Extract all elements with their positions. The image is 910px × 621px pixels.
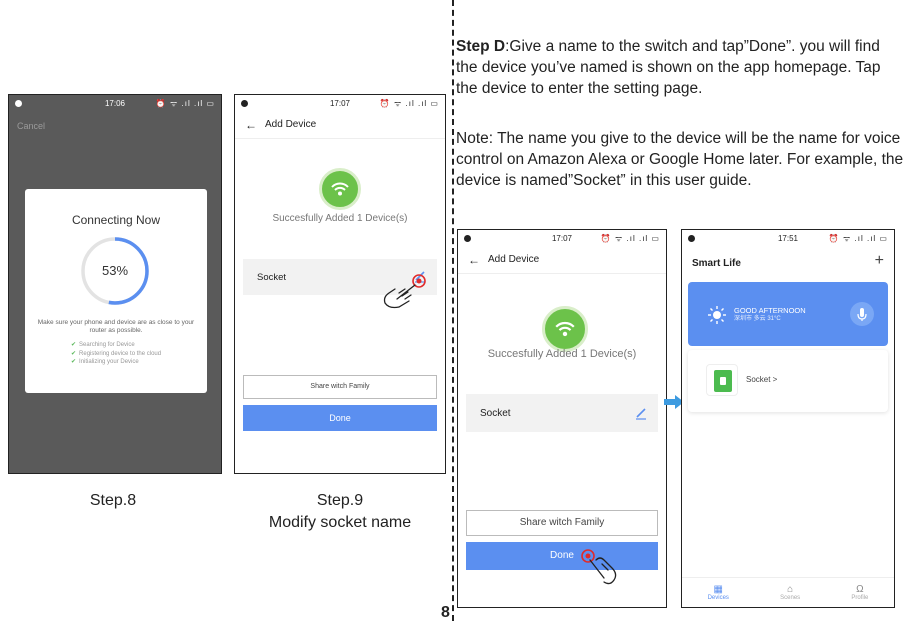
device-card-socket[interactable]: Socket > (688, 350, 888, 412)
page-number: 8 (441, 604, 450, 621)
proximity-hint: Make sure your phone and device are as c… (37, 319, 195, 334)
app-title: Smart Life (692, 258, 741, 269)
wifi-success-icon (542, 306, 588, 352)
checklist-item: ✔ Searching for Device (71, 342, 135, 348)
weather-text: GOOD AFTERNOON 深圳市 多云 31°C (734, 306, 806, 324)
phone-screen-add-device-rename: 17:07 ⏰ ᯤ .ıl .ıl ▭ ← Add Device Succesf… (234, 94, 446, 474)
sun-icon (708, 306, 726, 324)
status-bar: 17:51 ⏰ ᯤ .ıl .ıl ▭ (682, 230, 894, 246)
caption-step9-subtitle: Modify socket name (268, 514, 412, 531)
edit-pencil-icon[interactable] (634, 406, 648, 420)
note-paragraph: Note: The name you give to the device wi… (456, 130, 904, 189)
weather-detail: 深圳市 多云 31°C (734, 316, 781, 322)
check-icon: ✔ (71, 359, 77, 365)
phone-screen-add-device-done: 17:07 ⏰ ᯤ .ıl .ıl ▭ ← Add Device Succesf… (457, 229, 667, 608)
tab-profile[interactable]: Ω Profile (851, 584, 868, 601)
done-button[interactable]: Done (466, 542, 658, 570)
socket-device-icon (706, 364, 738, 396)
profile-icon: Ω (856, 584, 864, 595)
phone-screen-connecting: 17:06 ⏰ ᯤ .ıl .ıl ▭ Cancel Connecting No… (8, 94, 222, 474)
status-icons: ⏰ ᯤ .ıl .ıl ▭ (379, 98, 439, 108)
progress-checklist: ✔ Searching for Device ✔ Registering devic… (71, 341, 161, 367)
share-with-family-button[interactable]: Share witch Family (243, 375, 437, 399)
device-name-row[interactable]: Socket (466, 394, 658, 432)
caption-step8: Step.8 (89, 492, 137, 509)
tab-scenes[interactable]: ⌂ Scenes (780, 584, 800, 601)
share-with-family-button[interactable]: Share witch Family (466, 510, 658, 536)
cancel-button[interactable]: Cancel (17, 121, 45, 131)
done-button[interactable]: Done (243, 405, 437, 431)
back-arrow-icon[interactable]: ← (245, 118, 257, 132)
weather-greeting: GOOD AFTERNOON (734, 306, 806, 315)
progress-percent: 53% (101, 263, 129, 278)
connecting-dialog: Connecting Now 53% Make sure your phone … (25, 189, 207, 393)
wifi-success-icon (319, 168, 361, 210)
step-d-text: :Give a name to the switch and tap”Done”… (456, 38, 881, 97)
microphone-icon[interactable] (850, 302, 874, 326)
step-d-paragraph: Step D:Give a name to the switch and tap… (456, 36, 904, 99)
status-icons: ⏰ ᯤ .ıl .ıl ▭ (155, 98, 215, 108)
checklist-item: ✔ Registering device to the cloud (71, 350, 162, 357)
grid-icon: ▦ (713, 584, 723, 595)
status-bar: 17:07 ⏰ ᯤ .ıl .ıl ▭ (458, 230, 666, 246)
status-icons: ⏰ ᯤ .ıl .ıl ▭ (828, 233, 888, 243)
checklist-item: ✔ Initializing your Device (71, 359, 139, 365)
nav-title: Add Device (265, 119, 317, 130)
step-d-label: Step D (456, 38, 506, 55)
nav-title: Add Device (488, 254, 540, 265)
device-name: Socket (480, 407, 511, 419)
check-icon: ✔ (71, 350, 77, 357)
dialog-title: Connecting Now (71, 213, 161, 227)
device-name: Socket (257, 271, 287, 283)
nav-bar: ← Add Device (458, 246, 666, 274)
caption-step9: Step.9 Modify socket name (240, 490, 440, 534)
weather-banner: GOOD AFTERNOON 深圳市 多云 31°C (688, 282, 888, 346)
add-device-plus-icon[interactable]: + (875, 252, 884, 270)
check-icon: ✔ (71, 342, 77, 348)
status-bar: 17:07 ⏰ ᯤ .ıl .ıl ▭ (235, 95, 445, 111)
status-bar: 17:06 ⏰ ᯤ .ıl .ıl ▭ (9, 95, 221, 111)
success-message: Succesfully Added 1 Device(s) (487, 348, 637, 360)
success-message: Succesfully Added 1 Device(s) (272, 213, 408, 224)
bottom-tab-bar: ▦ Devices ⌂ Scenes Ω Profile (682, 577, 894, 607)
caption-step9-title: Step.9 (316, 492, 364, 509)
tab-devices[interactable]: ▦ Devices (708, 584, 729, 601)
home-icon: ⌂ (787, 584, 794, 595)
status-icons: ⏰ ᯤ .ıl .ıl ▭ (600, 233, 660, 243)
phone-screen-smart-life-home: 17:51 ⏰ ᯤ .ıl .ıl ▭ Smart Life + GOOD AF… (681, 229, 895, 608)
page-divider (452, 0, 454, 621)
tap-hand-icon (383, 274, 426, 309)
nav-bar: ← Add Device (235, 111, 445, 139)
device-card-label: Socket > (746, 375, 778, 384)
back-arrow-icon[interactable]: ← (468, 253, 480, 267)
tap-hand-icon (581, 549, 617, 585)
